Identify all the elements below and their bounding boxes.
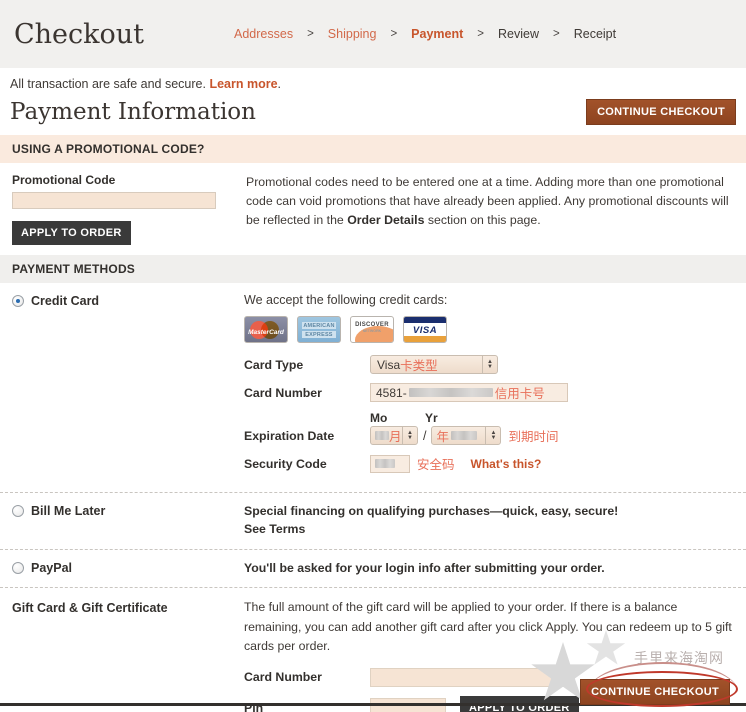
card-number-redaction (408, 388, 493, 397)
card-number-row: Card Number 4581- 信用卡号 (244, 383, 734, 402)
breadcrumb-separator: > (307, 28, 314, 40)
year-annotation: 年 (436, 430, 449, 444)
payment-method-credit-card: Credit Card We accept the following cred… (0, 283, 746, 493)
security-code-redaction (375, 459, 395, 468)
see-terms-link[interactable]: See Terms (244, 521, 734, 539)
accepted-card-logos: MasterCard AMERICAN EXPRESS DISCOVER NETW… (244, 316, 734, 343)
month-redaction (375, 431, 389, 440)
card-type-value: Visa (377, 357, 401, 372)
accepted-cards-text: We accept the following credit cards: (244, 293, 448, 307)
expiration-date-annotation: 到期时间 (508, 430, 559, 444)
paypal-label: PayPal (31, 560, 73, 575)
promotional-code-label: Promotional Code (12, 173, 116, 187)
payment-methods-section-header: PAYMENT METHODS (0, 255, 746, 283)
continue-checkout-button-top[interactable]: CONTINUE CHECKOUT (586, 99, 736, 125)
expiration-month-select[interactable]: 月 ▲ ▼ (370, 426, 418, 445)
card-number-input[interactable]: 4581- 信用卡号 (370, 383, 568, 402)
month-header: Mo (370, 411, 388, 425)
bill-me-later-details: Special financing on qualifying purchase… (244, 503, 734, 539)
security-notice-period: . (277, 77, 282, 91)
chevron-updown-icon: ▲ ▼ (402, 427, 417, 444)
gift-card-label: Gift Card & Gift Certificate (12, 601, 168, 616)
security-code-row: Security Code 安全码 What's this? (244, 454, 734, 473)
breadcrumb-separator: > (390, 28, 398, 40)
payment-method-paypal: PayPal You'll be asked for your login in… (0, 550, 746, 589)
security-code-label: Security Code (244, 456, 327, 471)
card-number-value: 4581- (376, 385, 407, 400)
breadcrumb-step-review[interactable]: Review (498, 27, 539, 41)
card-type-select[interactable]: Visa 卡类型 ▲ ▼ (370, 355, 498, 374)
promotional-code-description: Promotional codes need to be entered one… (242, 173, 734, 245)
card-number-label: Card Number (244, 385, 322, 400)
paypal-description: You'll be asked for your login info afte… (244, 560, 605, 575)
month-annotation: 月 (389, 430, 402, 444)
visa-icon: VISA (403, 316, 447, 343)
checkout-page: Checkout Addresses > Shipping > Payment … (0, 0, 746, 712)
breadcrumb-separator: > (553, 28, 560, 40)
page-title: Payment Information (10, 99, 256, 125)
promo-desc-part2: section on this page. (424, 213, 541, 228)
expiration-date-label: Expiration Date (244, 428, 335, 443)
breadcrumb-step-shipping[interactable]: Shipping (328, 27, 377, 41)
bill-me-later-option[interactable]: Bill Me Later (12, 503, 244, 539)
credit-card-label: Credit Card (31, 294, 100, 308)
expiration-date-row: Expiration Date 月 ▲ ▼ / 年 ▲ ▼ 到期时间 (244, 426, 734, 445)
amex-icon: AMERICAN EXPRESS (297, 316, 341, 343)
breadcrumb-step-payment[interactable]: Payment (411, 27, 463, 41)
promo-left-column: Promotional Code APPLY TO ORDER (12, 173, 242, 245)
bill-me-later-radio[interactable] (12, 505, 24, 517)
chevron-updown-icon: ▲ ▼ (482, 356, 497, 373)
breadcrumb-separator: > (477, 28, 484, 40)
card-type-row: Card Type Visa 卡类型 ▲ ▼ (244, 355, 734, 374)
page-header: Checkout Addresses > Shipping > Payment … (0, 0, 746, 68)
paypal-radio[interactable] (12, 561, 24, 574)
paypal-option[interactable]: PayPal (12, 560, 244, 578)
apply-to-order-button-promo[interactable]: APPLY TO ORDER (12, 221, 131, 245)
continue-checkout-button-bottom[interactable]: CONTINUE CHECKOUT (580, 679, 730, 705)
chevron-updown-icon: ▲ ▼ (485, 427, 500, 444)
bill-me-later-description: Special financing on qualifying purchase… (244, 504, 619, 518)
breadcrumb-step-addresses[interactable]: Addresses (234, 27, 293, 41)
card-type-annotation: 卡类型 (400, 359, 438, 373)
promotional-code-section-header: USING A PROMOTIONAL CODE? (0, 135, 746, 163)
mastercard-icon: MasterCard (244, 316, 288, 343)
discover-icon: DISCOVER NETWORK (350, 316, 394, 343)
year-header: Yr (425, 411, 438, 425)
promotional-code-section: Promotional Code APPLY TO ORDER Promotio… (0, 163, 746, 253)
breadcrumb: Addresses > Shipping > Payment > Review … (234, 27, 616, 41)
page-title-row: Payment Information CONTINUE CHECKOUT (0, 97, 746, 135)
expiration-year-select[interactable]: 年 ▲ ▼ (431, 426, 502, 445)
paypal-details: You'll be asked for your login info afte… (244, 560, 734, 578)
card-number-annotation: 信用卡号 (494, 387, 545, 401)
site-title: Checkout (14, 18, 145, 50)
mastercard-icon-label: MasterCard (248, 329, 284, 336)
credit-card-details: We accept the following credit cards: Ma… (244, 293, 734, 482)
card-type-label: Card Type (244, 357, 304, 372)
page-footer: 手里来海淘网 CONTINUE CHECKOUT (0, 630, 746, 712)
security-code-annotation: 安全码 (417, 458, 455, 472)
credit-card-option[interactable]: Credit Card (12, 293, 244, 482)
promotional-code-input[interactable] (12, 192, 216, 209)
learn-more-link[interactable]: Learn more (209, 77, 277, 91)
order-details-emphasis: Order Details (347, 213, 425, 228)
security-code-input[interactable] (370, 454, 410, 473)
expiration-separator: / (423, 428, 427, 443)
credit-card-radio[interactable] (12, 295, 24, 307)
year-redaction (451, 431, 477, 440)
whats-this-link[interactable]: What's this? (471, 457, 542, 471)
security-notice: All transaction are safe and secure. Lea… (0, 68, 746, 97)
payment-method-bill-me-later: Bill Me Later Special financing on quali… (0, 493, 746, 550)
breadcrumb-step-receipt[interactable]: Receipt (574, 27, 616, 41)
expiration-column-headers: Mo Yr (370, 411, 734, 425)
security-notice-text: All transaction are safe and secure. (10, 77, 206, 91)
bill-me-later-label: Bill Me Later (31, 504, 106, 518)
